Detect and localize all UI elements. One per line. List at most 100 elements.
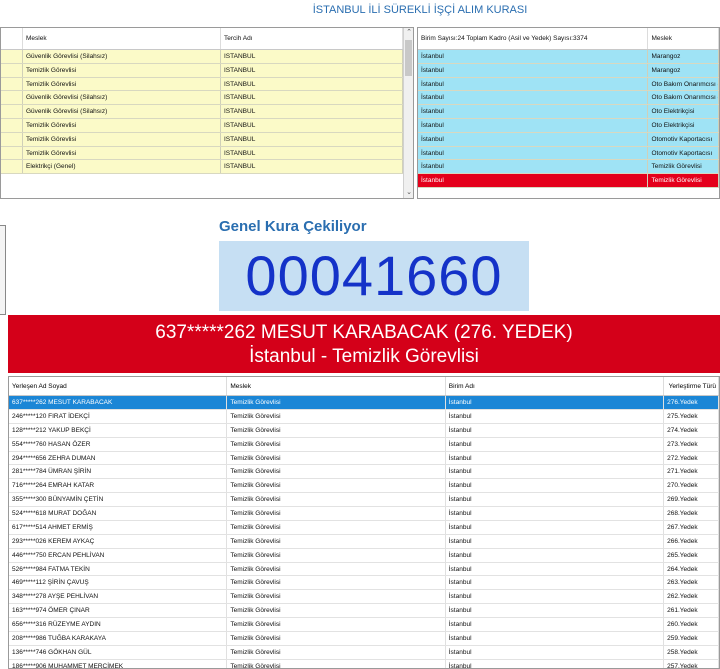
table-cell: Temizlik Görevlisi [227,493,446,506]
table-row[interactable]: 208*****986 TUĞBA KARAKAYA Temizlik Görev… [9,631,719,646]
table-cell: İstanbul [418,174,649,187]
table-cell: Temizlik Görevlisi [227,409,446,423]
column-header-preference[interactable]: Tercih Adı [221,28,403,49]
table-cell: 617*****514 AHMET ERMİŞ [9,520,228,534]
table-row[interactable]: 355*****300 BÜNYAMİN ÇETİN Temizlik Görev… [9,493,719,507]
table-cell: 524*****618 MURAT DOĞAN [9,507,228,520]
table-cell: İstanbul [418,77,649,91]
table-cell: Temizlik Görevlisi [227,465,446,479]
table-row[interactable]: Temizlik Görevlisi ISTANBUL [1,63,413,78]
table-cell: 265.Yedek [664,548,719,562]
table-cell: Temizlik Görevlisi [227,479,446,493]
table-cell: 348*****278 AYŞE PEHLİVAN [9,590,228,604]
app-window: İSTANBUL İLİ SÜREKLİ İŞÇİ ALIM KURASI Me… [0,0,720,669]
table-cell: Oto Bakım Onarımcısı (Ge [648,77,719,91]
table-row[interactable]: Temizlik Görevlisi ISTANBUL [1,118,413,133]
column-header-unit[interactable]: Birim Sayısı:24 Toplam Kadro (Asil ve Ye… [418,28,649,49]
column-header-occupation[interactable]: Meslek [648,28,719,49]
column-header-occupation[interactable]: Meslek [227,377,446,395]
column-header-name[interactable]: Yerleşen Ad Soyad [9,377,228,395]
table-row[interactable]: Elektrikçi (Genel) ISTANBUL [1,160,413,175]
table-row[interactable]: 293*****026 KEREM AYKAÇ Temizlik Görevlis… [9,534,719,549]
unit-grid[interactable]: Birim Sayısı:24 Toplam Kadro (Asil ve Ye… [417,27,720,199]
table-row[interactable]: 246*****120 FIRAT İDEKÇİ Temizlik Görevli… [9,409,719,424]
table-cell: 262.Yedek [664,590,719,604]
table-cell: ISTANBUL [221,105,403,118]
table-row[interactable]: 128*****212 YAKUP BEKÇİ Temizlik Görevlis… [9,423,719,438]
table-row[interactable]: 554*****760 HASAN ÖZER Temizlik Görevlisi… [9,437,719,452]
table-row[interactable]: İstanbul Oto Elektrikçisi [418,105,719,119]
table-cell: Temizlik Görevlisi [23,146,221,160]
scrollbar-thumb[interactable] [405,40,412,76]
table-cell: Temizlik Görevlisi [227,562,446,576]
unit-grid-header: Birim Sayısı:24 Toplam Kadro (Asil ve Ye… [418,28,719,50]
table-cell: 656*****316 RÜZEYME AYDIN [9,618,228,631]
table-cell: 293*****026 KEREM AYKAÇ [9,534,228,548]
table-row[interactable]: Temizlik Görevlisi ISTANBUL [1,146,413,161]
table-row[interactable]: 136*****746 GÖKHAN GÜL Temizlik Görevlisi… [9,645,719,660]
table-row[interactable]: 524*****618 MURAT DOĞAN Temizlik Görevlis… [9,507,719,521]
table-cell: 637*****262 MESUT KARABACAK [9,396,228,409]
table-cell: 259.Yedek [664,631,719,645]
table-cell: Temizlik Görevlisi [227,618,446,631]
winner-placement: İstanbul - Temizlik Görevlisi [249,346,479,367]
table-cell: Marangoz [648,50,719,63]
table-cell: Temizlik Görevlisi [648,174,719,187]
table-row[interactable]: 281*****784 ÜMRAN ŞİRİN Temizlik Görevlis… [9,465,719,480]
table-row[interactable]: Güvenlik Görevlisi (Silahsız) ISTANBUL [1,105,413,119]
table-row[interactable]: Temizlik Görevlisi ISTANBUL [1,132,413,147]
table-row[interactable]: İstanbul Otomotiv Kaportacısı [418,146,719,161]
table-row[interactable]: 469*****112 ŞİRİN ÇAVUŞ Temizlik Görevlis… [9,576,719,591]
column-header-index[interactable] [1,28,23,49]
table-row[interactable]: 617*****514 AHMET ERMİŞ Temizlik Görevlis… [9,520,719,535]
draw-number-box: 00041660 [219,241,529,311]
table-cell: 526*****984 FATMA TEKİN [9,562,228,576]
table-cell [1,160,23,174]
table-cell: Oto Elektrikçisi [648,105,719,118]
table-cell: ISTANBUL [221,118,403,132]
table-row[interactable]: Temizlik Görevlisi ISTANBUL [1,77,413,92]
table-cell: Güvenlik Görevlisi (Silahsız) [23,50,221,63]
preference-grid-header: Meslek Tercih Adı [1,28,413,50]
table-row[interactable]: 656*****316 RÜZEYME AYDIN Temizlik Görevl… [9,618,719,632]
table-row[interactable]: 294*****656 ZEHRA DUMAN Temizlik Görevlis… [9,451,719,466]
table-cell: 469*****112 ŞİRİN ÇAVUŞ [9,576,228,590]
table-cell: Temizlik Görevlisi [227,520,446,534]
table-cell: Otomotiv Kaportacısı [648,132,719,146]
column-header-unit[interactable]: Birim Adı [446,377,665,395]
table-row[interactable]: 186*****906 MUHAMMET MERCİMEK Temizlik Gö… [9,659,719,668]
table-row[interactable]: 163*****974 ÖMER ÇINAR Temizlik Görevlisi… [9,604,719,618]
table-row[interactable]: Güvenlik Görevlisi (Silahsız) ISTANBUL [1,50,413,64]
chevron-up-icon[interactable]: ⌃ [404,28,413,38]
table-cell: İstanbul [418,50,649,63]
table-row[interactable]: Güvenlik Görevlisi (Silahsız) ISTANBUL [1,91,413,106]
table-cell: 258.Yedek [664,645,719,659]
table-row[interactable]: İstanbul Temizlik Görevlisi [418,160,719,175]
table-row[interactable]: 637*****262 MESUT KARABACAK Temizlik Göre… [9,396,719,410]
chevron-down-icon[interactable]: ⌄ [404,188,413,198]
preference-grid-scrollbar[interactable]: ⌃ ⌄ [403,28,413,198]
table-row[interactable]: 716*****264 EMRAH KATAR Temizlik Görevlis… [9,479,719,494]
table-row[interactable]: 446*****750 ERCAN PEHLİVAN Temizlik Görev… [9,548,719,563]
table-row[interactable]: İstanbulOto Bakım Onarımcısı (Ge [418,91,719,106]
table-cell [1,77,23,91]
table-cell: Temizlik Görevlisi [227,396,446,409]
column-header-placement-type[interactable]: Yerleştirme Türü [664,377,719,395]
table-row[interactable]: İstanbul Temizlik Görevlisi [418,174,719,188]
table-cell: ISTANBUL [221,63,403,77]
table-cell: Oto Elektrikçisi [648,118,719,132]
table-row[interactable]: İstanbul Oto Elektrikçisi [418,118,719,133]
table-cell: Otomotiv Kaportacısı [648,146,719,160]
table-row[interactable]: İstanbulOto Bakım Onarımcısı (Ge [418,77,719,92]
placed-candidates-grid[interactable]: Yerleşen Ad Soyad Meslek Birim Adı Yerle… [8,376,720,669]
column-header-occupation[interactable]: Meslek [23,28,221,49]
table-cell: Temizlik Görevlisi [227,534,446,548]
table-row[interactable]: İstanbul Marangoz [418,50,719,64]
table-cell: İstanbul [446,396,665,409]
table-row[interactable]: İstanbul Marangoz [418,63,719,78]
preference-grid[interactable]: Meslek Tercih Adı Güvenlik Görevlisi (Si… [0,27,414,199]
table-row[interactable]: 348*****278 AYŞE PEHLİVAN Temizlik Görevl… [9,590,719,605]
table-row[interactable]: 526*****984 FATMA TEKİN Temizlik Görevlis… [9,562,719,577]
table-row[interactable]: İstanbul Otomotiv Kaportacısı [418,132,719,147]
table-cell: ISTANBUL [221,160,403,174]
